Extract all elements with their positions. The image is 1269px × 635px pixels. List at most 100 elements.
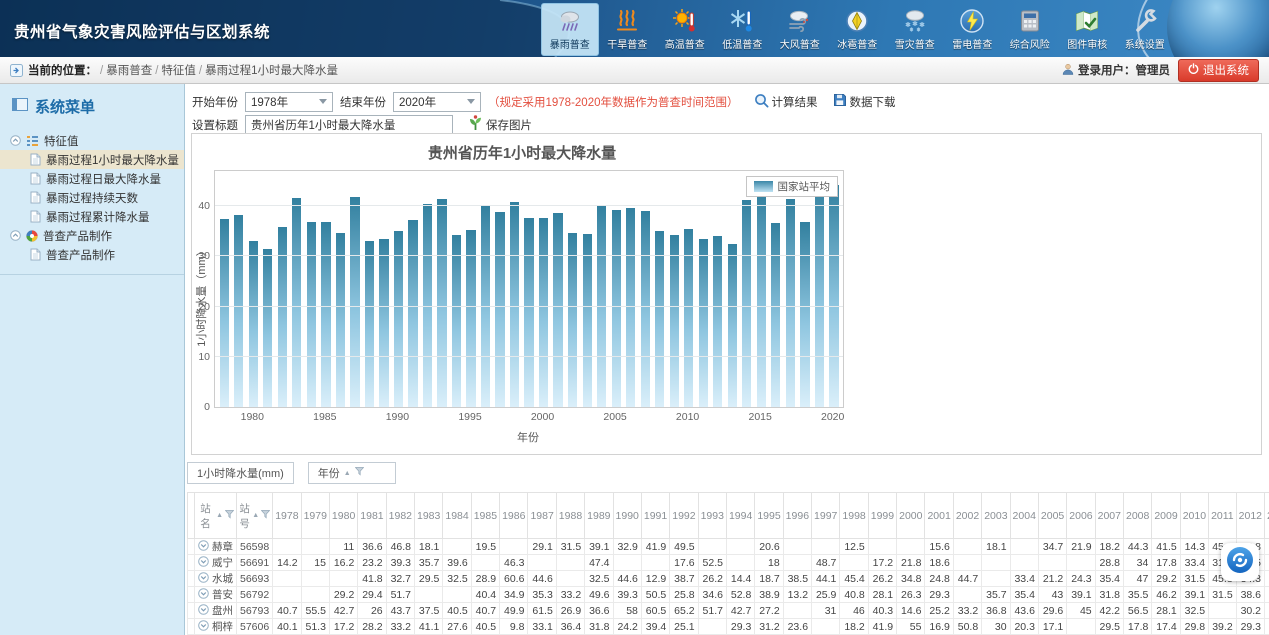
bar-slot [522, 171, 537, 407]
year-column-header[interactable]: 1980 [329, 493, 357, 539]
chart-bar [829, 185, 838, 407]
floating-helper-button[interactable] [1221, 543, 1259, 581]
data-download-button[interactable]: 数据下载 [833, 93, 896, 110]
nav-item-map-review[interactable]: 图件审核 [1059, 3, 1117, 56]
nav-item-rainstorm[interactable]: 暴雨普查 [541, 3, 599, 56]
collapse-icon[interactable] [10, 230, 21, 241]
year-column-header[interactable]: 1990 [613, 493, 641, 539]
year-column-header[interactable]: 2012 [1236, 493, 1264, 539]
filter-funnel-icon[interactable] [261, 510, 270, 522]
expand-icon[interactable] [198, 540, 209, 551]
calc-result-button[interactable]: 计算结果 [754, 93, 818, 111]
nav-item-hail[interactable]: 冰雹普查 [829, 3, 887, 56]
nav-item-high-temp[interactable]: 高温普查 [656, 3, 714, 56]
breadcrumb-item[interactable]: 暴雨过程1小时最大降水量 [205, 65, 338, 77]
collapse-icon[interactable] [10, 135, 21, 146]
value-cell: 20.3 [1010, 619, 1038, 635]
year-column-header[interactable]: 1988 [556, 493, 584, 539]
breadcrumb-item[interactable]: 暴雨普查 [106, 65, 152, 77]
filter-funnel-icon[interactable] [355, 467, 364, 479]
tree-group[interactable]: 特征值 [0, 131, 184, 150]
year-column-header[interactable]: 2008 [1123, 493, 1151, 539]
tree-group[interactable]: 普查产品制作 [0, 226, 184, 245]
value-cell [726, 555, 754, 571]
nav-item-settings[interactable]: 系统设置 [1116, 3, 1174, 56]
value-cell: 31.5 [1209, 587, 1237, 603]
breadcrumb-item[interactable]: 特征值 [161, 65, 196, 77]
nav-item-wind[interactable]: 大风普查 [771, 3, 829, 56]
value-cell: 15.6 [925, 539, 953, 555]
expand-icon[interactable] [198, 588, 209, 599]
nav-item-snow[interactable]: 雪灾普查 [886, 3, 944, 56]
year-column-header[interactable]: 1991 [641, 493, 669, 539]
year-column-header[interactable]: 1997 [812, 493, 840, 539]
expand-icon[interactable] [198, 556, 209, 567]
chart-legend[interactable]: 国家站平均 [746, 176, 839, 197]
year-column-header[interactable]: 2009 [1152, 493, 1180, 539]
save-image-button[interactable]: 保存图片 [468, 115, 532, 134]
tree-item[interactable]: 普查产品制作 [0, 245, 184, 264]
year-column-header[interactable]: 2006 [1067, 493, 1095, 539]
station-id-cell: 56598 [237, 539, 273, 555]
nav-item-lightning[interactable]: 雷电普查 [944, 3, 1002, 56]
year-column-header[interactable]: 1978 [273, 493, 301, 539]
year-column-header[interactable]: 1983 [415, 493, 443, 539]
nav-item-drought[interactable]: 干旱普查 [599, 3, 657, 56]
chart-title-input[interactable] [245, 115, 453, 135]
station-name-header[interactable]: 站名▲ [195, 493, 237, 539]
year-column-header[interactable]: 2003 [982, 493, 1010, 539]
bar-slot [609, 171, 624, 407]
year-column-header[interactable]: 1992 [670, 493, 698, 539]
end-year-select[interactable]: 2020年 [393, 92, 481, 112]
expand-icon[interactable] [198, 620, 209, 631]
chart-plot-area: 国家站平均 010203040 [214, 170, 844, 408]
value-cell: 16.9 [925, 619, 953, 635]
year-column-header[interactable]: 2007 [1095, 493, 1123, 539]
year-column-header[interactable]: 1982 [386, 493, 414, 539]
start-year-value: 1978年 [251, 94, 288, 110]
year-column-header[interactable]: 2011 [1209, 493, 1237, 539]
year-column-header[interactable]: 1981 [358, 493, 386, 539]
tree-item[interactable]: 暴雨过程累计降水量 [0, 207, 184, 226]
tree-item[interactable]: 暴雨过程日最大降水量 [0, 169, 184, 188]
year-column-header[interactable]: 1989 [585, 493, 613, 539]
year-column-header[interactable]: 1986 [500, 493, 528, 539]
year-column-header[interactable]: 1999 [868, 493, 896, 539]
year-column-header[interactable]: 1984 [443, 493, 471, 539]
x-axis-tick: 2005 [603, 411, 626, 423]
column-field-box[interactable]: 年份 ▲ [308, 462, 396, 484]
filter-funnel-icon[interactable] [225, 510, 234, 522]
year-column-header[interactable]: 1993 [698, 493, 726, 539]
year-column-header[interactable]: 2005 [1038, 493, 1066, 539]
value-cell [953, 555, 981, 571]
year-column-header[interactable]: 2004 [1010, 493, 1038, 539]
logout-button[interactable]: 退出系统 [1178, 59, 1259, 82]
year-column-header[interactable]: 1995 [755, 493, 783, 539]
year-column-header[interactable]: 1996 [783, 493, 811, 539]
measure-field-box[interactable]: 1小时降水量(mm) [187, 462, 294, 484]
expand-icon[interactable] [198, 572, 209, 583]
year-column-header[interactable]: 1987 [528, 493, 556, 539]
year-column-header[interactable]: 2002 [953, 493, 981, 539]
chart-bar [408, 220, 417, 407]
year-column-header[interactable]: 1994 [726, 493, 754, 539]
tree-item[interactable]: 暴雨过程持续天数 [0, 188, 184, 207]
value-cell [1010, 555, 1038, 571]
value-cell: 16.2 [329, 555, 357, 571]
year-column-header[interactable]: 2000 [897, 493, 925, 539]
value-cell: 40.5 [471, 619, 499, 635]
nav-item-low-temp[interactable]: 低温普查 [714, 3, 772, 56]
year-column-header[interactable]: 2013 [1265, 493, 1269, 539]
year-column-header[interactable]: 1985 [471, 493, 499, 539]
year-column-header[interactable]: 2010 [1180, 493, 1208, 539]
nav-item-composite-risk[interactable]: 综合风险 [1001, 3, 1059, 56]
chart-bar [336, 233, 345, 407]
year-column-header[interactable]: 2001 [925, 493, 953, 539]
station-id-header[interactable]: 站号▲ [237, 493, 273, 539]
chart-title: 贵州省历年1小时最大降水量 [192, 142, 852, 163]
tree-item[interactable]: 暴雨过程1小时最大降水量 [0, 150, 184, 169]
year-column-header[interactable]: 1998 [840, 493, 868, 539]
year-column-header[interactable]: 1979 [301, 493, 329, 539]
expand-icon[interactable] [198, 604, 209, 615]
start-year-select[interactable]: 1978年 [245, 92, 333, 112]
